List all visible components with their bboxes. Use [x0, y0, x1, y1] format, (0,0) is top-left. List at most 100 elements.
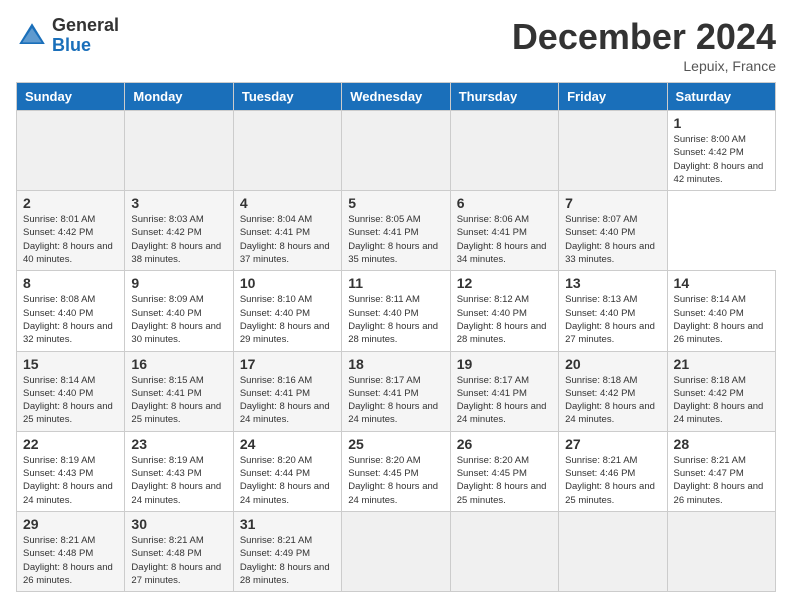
- calendar-day: 13 Sunrise: 8:13 AMSunset: 4:40 PMDayligh…: [559, 271, 667, 351]
- day-number: 1: [674, 115, 769, 131]
- day-number: 4: [240, 195, 335, 211]
- day-info: Sunrise: 8:01 AMSunset: 4:42 PMDaylight:…: [23, 213, 118, 266]
- day-number: 28: [674, 436, 769, 452]
- day-info: Sunrise: 8:21 AMSunset: 4:46 PMDaylight:…: [565, 454, 660, 507]
- empty-cell: [342, 111, 450, 191]
- calendar-week-row: 1 Sunrise: 8:00 AMSunset: 4:42 PMDaylight…: [17, 111, 776, 191]
- day-info: Sunrise: 8:19 AMSunset: 4:43 PMDaylight:…: [131, 454, 226, 507]
- day-number: 12: [457, 275, 552, 291]
- empty-cell: [559, 511, 667, 591]
- header-wednesday: Wednesday: [342, 83, 450, 111]
- day-number: 26: [457, 436, 552, 452]
- calendar-day: 14 Sunrise: 8:14 AMSunset: 4:40 PMDayligh…: [667, 271, 775, 351]
- empty-cell: [17, 111, 125, 191]
- day-info: Sunrise: 8:10 AMSunset: 4:40 PMDaylight:…: [240, 293, 335, 346]
- calendar-day: 31Sunrise: 8:21 AMSunset: 4:49 PMDayligh…: [233, 511, 341, 591]
- day-number: 30: [131, 516, 226, 532]
- day-number: 16: [131, 356, 226, 372]
- day-info: Sunrise: 8:21 AMSunset: 4:48 PMDaylight:…: [131, 534, 226, 587]
- day-info: Sunrise: 8:20 AMSunset: 4:44 PMDaylight:…: [240, 454, 335, 507]
- day-number: 29: [23, 516, 118, 532]
- day-number: 21: [674, 356, 769, 372]
- empty-cell: [450, 511, 558, 591]
- day-number: 9: [131, 275, 226, 291]
- day-number: 13: [565, 275, 660, 291]
- day-number: 11: [348, 275, 443, 291]
- calendar-day: 3 Sunrise: 8:03 AMSunset: 4:42 PMDaylight…: [125, 191, 233, 271]
- calendar-table: SundayMondayTuesdayWednesdayThursdayFrid…: [16, 82, 776, 592]
- calendar-week-row: 22Sunrise: 8:19 AMSunset: 4:43 PMDayligh…: [17, 431, 776, 511]
- calendar-day: 28 Sunrise: 8:21 AMSunset: 4:47 PMDayligh…: [667, 431, 775, 511]
- day-number: 19: [457, 356, 552, 372]
- day-number: 2: [23, 195, 118, 211]
- day-info: Sunrise: 8:14 AMSunset: 4:40 PMDaylight:…: [674, 293, 769, 346]
- day-number: 20: [565, 356, 660, 372]
- header-tuesday: Tuesday: [233, 83, 341, 111]
- calendar-day: 4 Sunrise: 8:04 AMSunset: 4:41 PMDaylight…: [233, 191, 341, 271]
- day-number: 18: [348, 356, 443, 372]
- calendar-week-row: 2 Sunrise: 8:01 AMSunset: 4:42 PMDaylight…: [17, 191, 776, 271]
- calendar-day: 17 Sunrise: 8:16 AMSunset: 4:41 PMDayligh…: [233, 351, 341, 431]
- day-info: Sunrise: 8:17 AMSunset: 4:41 PMDaylight:…: [348, 374, 443, 427]
- empty-cell: [450, 111, 558, 191]
- day-info: Sunrise: 8:11 AMSunset: 4:40 PMDaylight:…: [348, 293, 443, 346]
- page-header: General Blue December 2024 Lepuix, Franc…: [16, 16, 776, 74]
- calendar-day: 22Sunrise: 8:19 AMSunset: 4:43 PMDayligh…: [17, 431, 125, 511]
- day-number: 10: [240, 275, 335, 291]
- day-info: Sunrise: 8:06 AMSunset: 4:41 PMDaylight:…: [457, 213, 552, 266]
- day-number: 27: [565, 436, 660, 452]
- calendar-day: 18 Sunrise: 8:17 AMSunset: 4:41 PMDayligh…: [342, 351, 450, 431]
- calendar-day: 11 Sunrise: 8:11 AMSunset: 4:40 PMDayligh…: [342, 271, 450, 351]
- header-saturday: Saturday: [667, 83, 775, 111]
- calendar-day: 27 Sunrise: 8:21 AMSunset: 4:46 PMDayligh…: [559, 431, 667, 511]
- location: Lepuix, France: [512, 58, 776, 74]
- day-info: Sunrise: 8:05 AMSunset: 4:41 PMDaylight:…: [348, 213, 443, 266]
- day-info: Sunrise: 8:07 AMSunset: 4:40 PMDaylight:…: [565, 213, 660, 266]
- empty-cell: [559, 111, 667, 191]
- day-info: Sunrise: 8:03 AMSunset: 4:42 PMDaylight:…: [131, 213, 226, 266]
- day-info: Sunrise: 8:18 AMSunset: 4:42 PMDaylight:…: [565, 374, 660, 427]
- day-number: 17: [240, 356, 335, 372]
- calendar-day: 29 Sunrise: 8:21 AMSunset: 4:48 PMDayligh…: [17, 511, 125, 591]
- calendar-day: 5 Sunrise: 8:05 AMSunset: 4:41 PMDaylight…: [342, 191, 450, 271]
- day-info: Sunrise: 8:18 AMSunset: 4:42 PMDaylight:…: [674, 374, 769, 427]
- day-info: Sunrise: 8:16 AMSunset: 4:41 PMDaylight:…: [240, 374, 335, 427]
- calendar-day: 6 Sunrise: 8:06 AMSunset: 4:41 PMDaylight…: [450, 191, 558, 271]
- logo-general: General: [52, 16, 119, 36]
- empty-cell: [667, 511, 775, 591]
- day-number: 23: [131, 436, 226, 452]
- calendar-day: 12 Sunrise: 8:12 AMSunset: 4:40 PMDayligh…: [450, 271, 558, 351]
- day-info: Sunrise: 8:21 AMSunset: 4:49 PMDaylight:…: [240, 534, 335, 587]
- day-info: Sunrise: 8:12 AMSunset: 4:40 PMDaylight:…: [457, 293, 552, 346]
- calendar-day: 30 Sunrise: 8:21 AMSunset: 4:48 PMDayligh…: [125, 511, 233, 591]
- day-number: 24: [240, 436, 335, 452]
- logo-icon: [16, 20, 48, 52]
- day-info: Sunrise: 8:17 AMSunset: 4:41 PMDaylight:…: [457, 374, 552, 427]
- title-section: December 2024 Lepuix, France: [512, 16, 776, 74]
- day-number: 14: [674, 275, 769, 291]
- header-thursday: Thursday: [450, 83, 558, 111]
- day-info: Sunrise: 8:21 AMSunset: 4:48 PMDaylight:…: [23, 534, 118, 587]
- day-info: Sunrise: 8:13 AMSunset: 4:40 PMDaylight:…: [565, 293, 660, 346]
- calendar-day: 19 Sunrise: 8:17 AMSunset: 4:41 PMDayligh…: [450, 351, 558, 431]
- day-info: Sunrise: 8:20 AMSunset: 4:45 PMDaylight:…: [348, 454, 443, 507]
- day-number: 5: [348, 195, 443, 211]
- calendar-day: 1 Sunrise: 8:00 AMSunset: 4:42 PMDaylight…: [667, 111, 775, 191]
- day-number: 15: [23, 356, 118, 372]
- day-info: Sunrise: 8:20 AMSunset: 4:45 PMDaylight:…: [457, 454, 552, 507]
- day-info: Sunrise: 8:15 AMSunset: 4:41 PMDaylight:…: [131, 374, 226, 427]
- calendar-week-row: 8Sunrise: 8:08 AMSunset: 4:40 PMDaylight…: [17, 271, 776, 351]
- day-number: 7: [565, 195, 660, 211]
- calendar-header-row: SundayMondayTuesdayWednesdayThursdayFrid…: [17, 83, 776, 111]
- calendar-day: 23 Sunrise: 8:19 AMSunset: 4:43 PMDayligh…: [125, 431, 233, 511]
- day-number: 3: [131, 195, 226, 211]
- logo: General Blue: [16, 16, 119, 56]
- day-info: Sunrise: 8:00 AMSunset: 4:42 PMDaylight:…: [674, 133, 769, 186]
- day-info: Sunrise: 8:21 AMSunset: 4:47 PMDaylight:…: [674, 454, 769, 507]
- day-number: 6: [457, 195, 552, 211]
- calendar-day: 24 Sunrise: 8:20 AMSunset: 4:44 PMDayligh…: [233, 431, 341, 511]
- day-number: 25: [348, 436, 443, 452]
- day-info: Sunrise: 8:04 AMSunset: 4:41 PMDaylight:…: [240, 213, 335, 266]
- day-info: Sunrise: 8:09 AMSunset: 4:40 PMDaylight:…: [131, 293, 226, 346]
- calendar-day: 21 Sunrise: 8:18 AMSunset: 4:42 PMDayligh…: [667, 351, 775, 431]
